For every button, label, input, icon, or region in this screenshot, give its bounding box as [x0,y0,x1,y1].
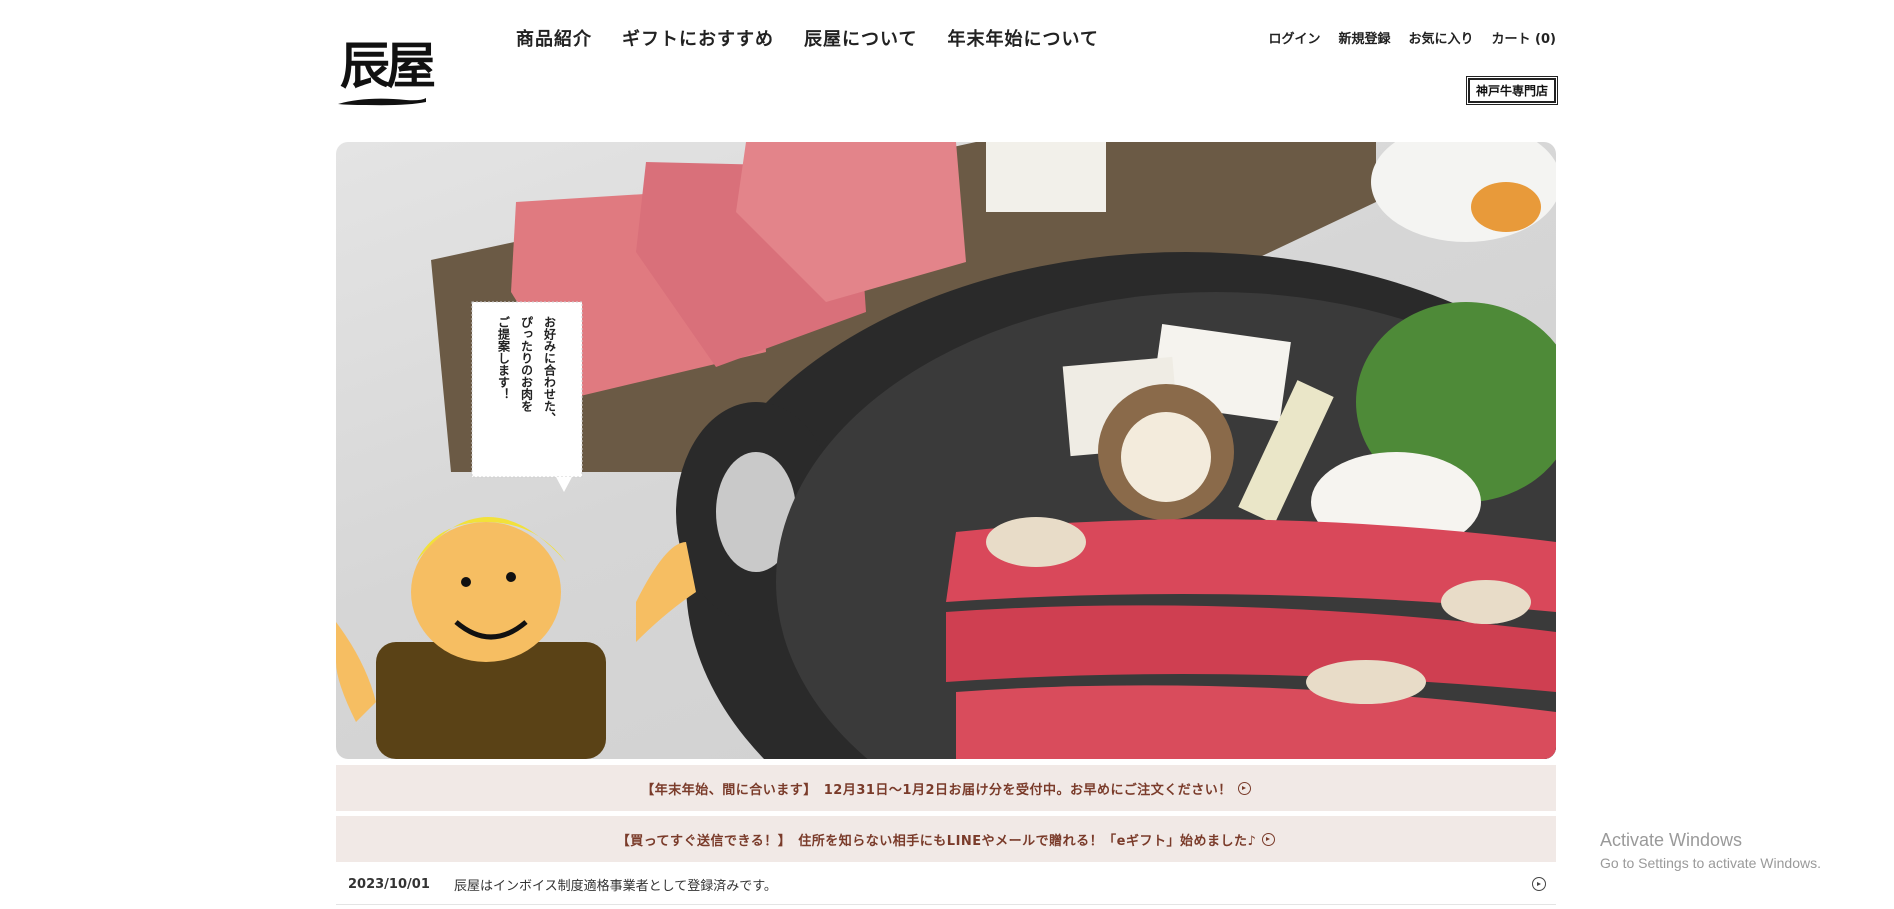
news-text: 辰屋はインボイス制度適格事業者として登録済みです。 [454,878,777,894]
news-item[interactable]: 2023/10/01 辰屋はインボイス制度適格事業者として登録済みです。 [336,864,1556,905]
logo-brush-stroke [338,98,426,106]
main-nav: 商品紹介 ギフトにおすすめ 辰屋について 年末年始について [516,25,1129,51]
egg-yolk [1471,182,1541,232]
kobe-beef-badge: 神戸牛専門店 [1465,76,1559,105]
bubble-line-1: お好みに合わせた、 [542,316,557,424]
nav-products[interactable]: 商品紹介 [516,25,592,51]
notice-year-end-text: 【年末年始、間に合います】 12月31日〜1月2日お届け分を受付中。お早めにご注… [641,782,1232,798]
grated-topping [1306,660,1426,704]
grated-topping [986,517,1086,567]
notice-egift-text: 【買ってすぐ送信できる！】 住所を知らない相手にもLINEやメールで贈れる！「e… [616,833,1257,849]
watermark-subtitle: Go to Settings to activate Windows. [1600,855,1821,871]
tofu-block [986,142,1106,212]
nav-gifts[interactable]: ギフトにおすすめ [622,25,774,51]
grated-topping [1441,580,1531,624]
nav-about[interactable]: 辰屋について [804,25,917,51]
logo-text: 辰屋 [340,36,436,95]
watermark-title: Activate Windows [1600,830,1743,850]
chef-mascot [336,517,696,759]
hero-banner[interactable]: お好みに合わせた、 ぴったりのお肉を ご提案します！ [336,142,1556,759]
login-link[interactable]: ログイン [1268,28,1320,47]
windows-activation-watermark: Activate Windows Go to Settings to activ… [1600,830,1821,871]
shiitake-cap-cut [1121,412,1211,502]
notice-egift[interactable]: 【買ってすぐ送信できる！】 住所を知らない相手にもLINEやメールで贈れる！「e… [336,816,1556,862]
nav-year-end[interactable]: 年末年始について [947,25,1098,51]
register-link[interactable]: 新規登録 [1339,28,1391,47]
circle-arrow-icon [1532,877,1546,891]
circle-arrow-icon [1262,832,1276,846]
news-date: 2023/10/01 [348,876,430,892]
circle-arrow-icon [1237,781,1251,795]
notice-year-end[interactable]: 【年末年始、間に合います】 12月31日〜1月2日お届け分を受付中。お早めにご注… [336,765,1556,811]
utility-nav: ログイン 新規登録 お気に入り カート (0) [1268,28,1556,47]
bubble-line-2: ぴったりのお肉を [519,316,534,412]
bubble-text-block: お好みに合わせた、 ぴったりのお肉を ご提案します！ [472,302,582,477]
favorites-link[interactable]: お気に入り [1409,28,1474,47]
site-logo[interactable]: 辰屋 [336,26,436,110]
cart-link[interactable]: カート (0) [1492,28,1556,47]
bubble-line-3: ご提案します！ [496,316,511,400]
